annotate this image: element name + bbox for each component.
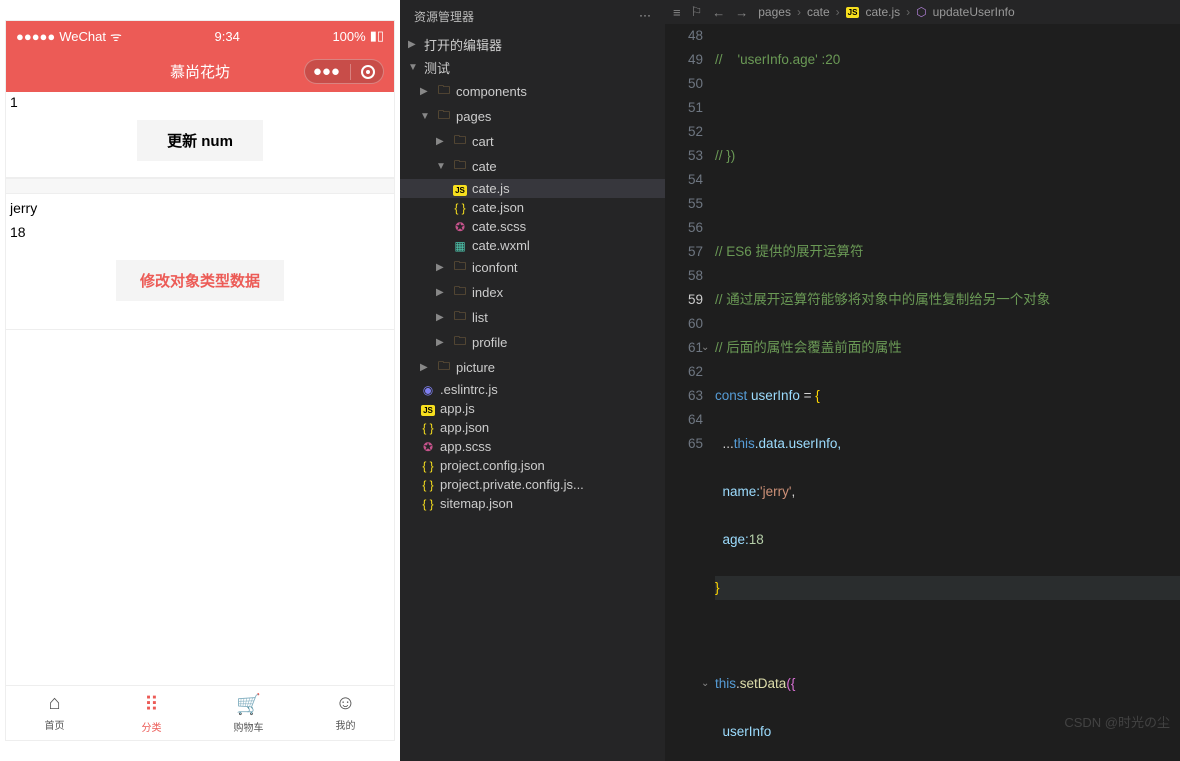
editor-panel: ≡ ⚐ ← → pages› cate› JS cate.js› ⬡ updat…	[665, 0, 1180, 761]
user-age-text: 18	[6, 222, 394, 242]
more-icon[interactable]: ●●●	[313, 63, 340, 80]
eslint-icon: ◉	[420, 383, 436, 397]
nav-bar: 慕尚花坊 ●●●	[6, 51, 394, 92]
folder-icon: 🗀	[452, 282, 468, 303]
folder-cart[interactable]: ▶🗀cart	[400, 129, 665, 154]
method-icon: ⬡	[916, 5, 926, 19]
wxml-icon: ▦	[452, 239, 468, 253]
page-content: 1 更新 num jerry 18 修改对象类型数据	[6, 92, 394, 685]
wifi-icon: ᯤ	[110, 27, 122, 45]
folder-icon: 🗀	[436, 81, 452, 102]
file-app-scss[interactable]: ✪app.scss	[400, 437, 665, 456]
update-num-button[interactable]: 更新 num	[137, 120, 263, 161]
fold-icon[interactable]: ⌄	[701, 336, 709, 360]
js-icon: JS	[421, 405, 435, 416]
folder-icon: 🗀	[452, 257, 468, 278]
json-icon: { }	[420, 421, 436, 435]
folder-icon: 🗀	[452, 131, 468, 152]
file-cate-js[interactable]: JScate.js	[400, 179, 665, 198]
open-editors-section[interactable]: ▶打开的编辑器	[400, 33, 665, 56]
home-icon: ⌂	[48, 692, 60, 715]
tab-category[interactable]: ⠿分类	[103, 686, 200, 740]
fold-icon[interactable]: ⌄	[701, 672, 709, 696]
file-cate-scss[interactable]: ✪cate.scss	[400, 217, 665, 236]
explorer-panel: 资源管理器 ··· ▶打开的编辑器 ▼测试 ▶🗀components ▼🗀pag…	[400, 0, 665, 761]
num-value: 1	[6, 92, 394, 112]
folder-components[interactable]: ▶🗀components	[400, 79, 665, 104]
cart-icon: 🛒	[236, 692, 261, 717]
user-name-text: jerry	[6, 198, 394, 218]
folder-list[interactable]: ▶🗀list	[400, 305, 665, 330]
explorer-title: 资源管理器	[414, 8, 474, 25]
category-icon: ⠿	[144, 692, 159, 717]
time-label: 9:34	[215, 29, 240, 44]
status-bar: ●●●●● WeChat ᯤ 9:34 100% ▮▯	[6, 21, 394, 51]
code-editor[interactable]: 484950 515253 545556 575859 606162 63646…	[665, 24, 1180, 761]
folder-cate[interactable]: ▼🗀cate	[400, 154, 665, 179]
folder-icon: 🗀	[452, 307, 468, 328]
file-app-js[interactable]: JSapp.js	[400, 399, 665, 418]
json-icon: { }	[420, 478, 436, 492]
folder-icon: 🗀	[436, 357, 452, 378]
json-icon: { }	[452, 201, 468, 215]
carrier-label: WeChat	[59, 29, 106, 44]
file-app-json[interactable]: { }app.json	[400, 418, 665, 437]
json-icon: { }	[420, 459, 436, 473]
nav-forward-icon[interactable]: →	[735, 5, 748, 20]
scss-icon: ✪	[452, 220, 468, 234]
modify-object-button[interactable]: 修改对象类型数据	[116, 260, 284, 301]
file-cate-wxml[interactable]: ▦cate.wxml	[400, 236, 665, 255]
folder-profile[interactable]: ▶🗀profile	[400, 330, 665, 355]
breadcrumb[interactable]: pages› cate› JS cate.js› ⬡ updateUserInf…	[758, 5, 1014, 19]
capsule-button[interactable]: ●●●	[304, 59, 384, 84]
tab-home[interactable]: ⌂首页	[6, 686, 103, 740]
folder-index[interactable]: ▶🗀index	[400, 280, 665, 305]
file-sitemap[interactable]: { }sitemap.json	[400, 494, 665, 513]
folder-icon: 🗀	[436, 106, 452, 127]
signal-icon: ●●●●●	[16, 29, 55, 44]
js-icon: JS	[846, 7, 860, 18]
project-root[interactable]: ▼测试	[400, 56, 665, 79]
file-cate-json[interactable]: { }cate.json	[400, 198, 665, 217]
close-icon[interactable]	[361, 65, 375, 79]
tab-cart[interactable]: 🛒购物车	[200, 686, 297, 740]
watermark: CSDN @时光の尘	[1064, 712, 1170, 731]
profile-icon: ☺	[335, 692, 355, 715]
file-eslintrc[interactable]: ◉.eslintrc.js	[400, 380, 665, 399]
file-project-config[interactable]: { }project.config.json	[400, 456, 665, 475]
js-icon: JS	[453, 185, 467, 196]
file-project-private[interactable]: { }project.private.config.js...	[400, 475, 665, 494]
menu-icon[interactable]: ≡	[673, 5, 681, 20]
tab-profile[interactable]: ☺我的	[297, 686, 394, 740]
phone-simulator: ●●●●● WeChat ᯤ 9:34 100% ▮▯ 慕尚花坊 ●●● 1 更…	[0, 0, 400, 761]
folder-iconfont[interactable]: ▶🗀iconfont	[400, 255, 665, 280]
battery-icon: ▮▯	[370, 28, 384, 44]
folder-icon: 🗀	[452, 156, 468, 177]
scss-icon: ✪	[420, 440, 436, 454]
battery-label: 100%	[332, 29, 365, 44]
line-gutter: 484950 515253 545556 575859 606162 63646…	[665, 24, 715, 761]
folder-picture[interactable]: ▶🗀picture	[400, 355, 665, 380]
tab-bar: ⌂首页 ⠿分类 🛒购物车 ☺我的	[6, 685, 394, 740]
nav-back-icon[interactable]: ←	[712, 5, 725, 20]
folder-pages[interactable]: ▼🗀pages	[400, 104, 665, 129]
json-icon: { }	[420, 497, 436, 511]
bookmark-icon[interactable]: ⚐	[691, 4, 703, 20]
more-icon[interactable]: ···	[639, 8, 651, 25]
folder-icon: 🗀	[452, 332, 468, 353]
editor-toolbar: ≡ ⚐ ← → pages› cate› JS cate.js› ⬡ updat…	[665, 0, 1180, 24]
page-title: 慕尚花坊	[170, 61, 230, 82]
